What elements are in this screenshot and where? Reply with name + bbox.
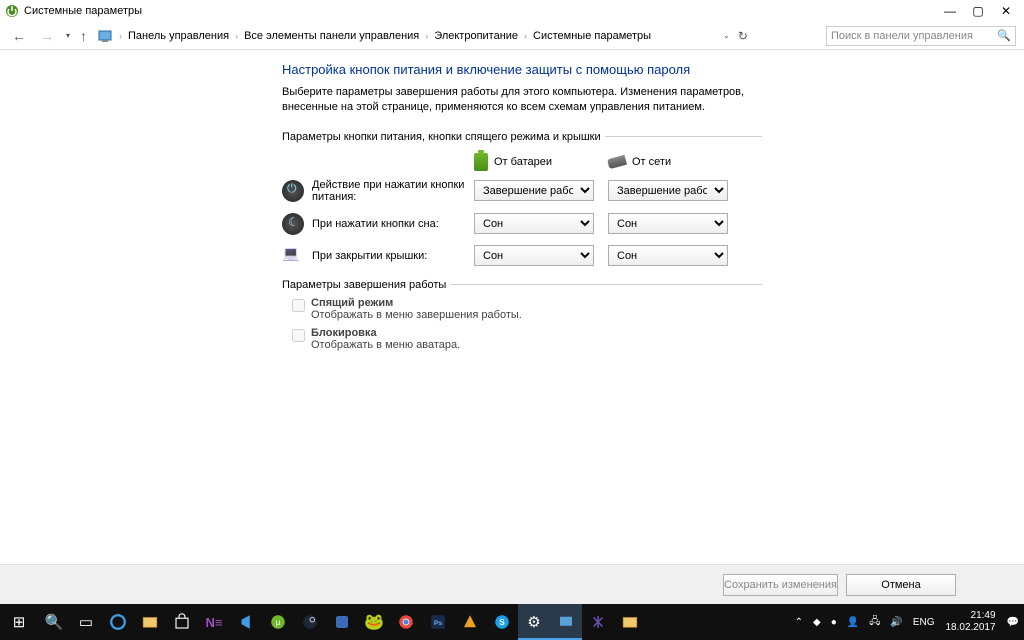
tray-date: 18.02.2017 bbox=[945, 622, 995, 634]
breadcrumb-sep: › bbox=[119, 31, 122, 41]
divider bbox=[605, 136, 762, 137]
window-title: Системные параметры bbox=[24, 5, 142, 17]
utorrent-icon[interactable]: µ bbox=[262, 604, 294, 640]
plug-icon bbox=[607, 155, 627, 169]
column-battery: От батареи bbox=[474, 153, 602, 171]
column-ac-label: От сети bbox=[632, 156, 671, 168]
vscode-icon[interactable] bbox=[230, 604, 262, 640]
tray-clock[interactable]: 21:49 18.02.2017 bbox=[939, 610, 1001, 634]
checkbox-sleep-title: Спящий режим bbox=[311, 297, 522, 309]
column-battery-label: От батареи bbox=[494, 156, 552, 168]
back-button[interactable]: ← bbox=[8, 28, 30, 44]
breadcrumb-sep: › bbox=[425, 31, 428, 41]
search-icon[interactable]: 🔍 bbox=[38, 604, 70, 640]
checkbox-lock-sub: Отображать в меню аватара. bbox=[311, 339, 460, 351]
start-button[interactable]: ⊞ bbox=[0, 604, 38, 640]
row-lid-label: При закрытии крышки: bbox=[312, 250, 474, 262]
svg-text:µ: µ bbox=[276, 618, 281, 627]
search-placeholder: Поиск в панели управления bbox=[831, 30, 993, 42]
tray-volume[interactable]: 🔊 bbox=[885, 617, 907, 628]
power-button-icon bbox=[282, 180, 304, 202]
breadcrumb-4[interactable]: Системные параметры bbox=[533, 30, 651, 42]
onenote-icon[interactable]: N≡ bbox=[198, 604, 230, 640]
breadcrumb-sep: › bbox=[524, 31, 527, 41]
tray-chevron[interactable]: ⌃ bbox=[790, 617, 808, 628]
lid-icon bbox=[282, 245, 304, 267]
taskbar: ⊞ 🔍 ▭ N≡ µ 🐸 Ps S ⚙ ⌃ ◆ ● 👤 🖧 🔊 ENG 21:4… bbox=[0, 604, 1024, 640]
vs-icon[interactable] bbox=[582, 604, 614, 640]
navbar: ← → ▾ ↑ › Панель управления › Все элемен… bbox=[0, 22, 1024, 50]
tray-lang[interactable]: ENG bbox=[908, 617, 940, 628]
sleep-ac-select[interactable]: Сон bbox=[608, 213, 728, 234]
explorer-icon-2[interactable] bbox=[614, 604, 646, 640]
page-description: Выберите параметры завершения работы для… bbox=[282, 85, 762, 115]
up-button[interactable]: ↑ bbox=[76, 28, 91, 44]
steam-icon[interactable] bbox=[294, 604, 326, 640]
lid-ac-select[interactable]: Сон bbox=[608, 245, 728, 266]
settings-icon[interactable]: ⚙ bbox=[518, 604, 550, 640]
sleep-button-icon bbox=[282, 213, 304, 235]
address-dropdown[interactable]: ⌄ bbox=[723, 31, 730, 40]
row-sleep-label: При нажатии кнопки сна: bbox=[312, 218, 474, 230]
sleep-battery-select[interactable]: Сон bbox=[474, 213, 594, 234]
control-panel-taskbar-icon[interactable] bbox=[550, 604, 582, 640]
app-icon-1[interactable] bbox=[326, 604, 358, 640]
skype-icon[interactable]: S bbox=[486, 604, 518, 640]
save-button: Сохранить изменения bbox=[723, 574, 838, 596]
power-ac-select[interactable]: Завершение работы bbox=[608, 180, 728, 201]
edge-icon[interactable] bbox=[102, 604, 134, 640]
minimize-button[interactable]: — bbox=[936, 4, 964, 18]
app-icon bbox=[4, 3, 20, 19]
tray-time: 21:49 bbox=[945, 610, 995, 622]
row-power-label: Действие при нажатии кнопки питания: bbox=[312, 179, 474, 203]
row-lid-close: При закрытии крышки: Сон Сон bbox=[282, 245, 762, 267]
checkbox-lock-row: Блокировка Отображать в меню аватара. bbox=[292, 327, 762, 351]
page-title: Настройка кнопок питания и включение защ… bbox=[282, 62, 762, 77]
cancel-button[interactable]: Отмена bbox=[846, 574, 956, 596]
breadcrumb-1[interactable]: Панель управления bbox=[128, 30, 229, 42]
maximize-button[interactable]: ▢ bbox=[964, 4, 992, 18]
app-icon-2[interactable]: 🐸 bbox=[358, 604, 390, 640]
tray-people[interactable]: 👤 bbox=[842, 617, 864, 628]
breadcrumb-sep: › bbox=[235, 31, 238, 41]
task-view-icon[interactable]: ▭ bbox=[70, 604, 102, 640]
row-power-button: Действие при нажатии кнопки питания: Зав… bbox=[282, 179, 762, 203]
forward-button: → bbox=[36, 28, 58, 44]
checkbox-sleep-sub: Отображать в меню завершения работы. bbox=[311, 309, 522, 321]
tray-network[interactable]: 🖧 bbox=[864, 614, 885, 631]
svg-text:Ps: Ps bbox=[434, 620, 443, 627]
battery-icon bbox=[474, 153, 488, 171]
photoshop-icon[interactable]: Ps bbox=[422, 604, 454, 640]
power-battery-select[interactable]: Завершение работы bbox=[474, 180, 594, 201]
store-icon[interactable] bbox=[166, 604, 198, 640]
column-ac: От сети bbox=[608, 156, 736, 168]
tray-notifications[interactable]: 💬 bbox=[1002, 617, 1024, 628]
search-input[interactable]: Поиск в панели управления 🔍 bbox=[826, 26, 1016, 46]
control-panel-icon[interactable] bbox=[97, 28, 113, 44]
close-button[interactable]: ✕ bbox=[992, 4, 1020, 18]
search-icon: 🔍 bbox=[997, 29, 1011, 42]
lid-battery-select[interactable]: Сон bbox=[474, 245, 594, 266]
titlebar: Системные параметры — ▢ ✕ bbox=[0, 0, 1024, 22]
svg-text:S: S bbox=[499, 618, 505, 627]
checkbox-lock[interactable] bbox=[292, 329, 305, 342]
content: Настройка кнопок питания и включение защ… bbox=[282, 62, 762, 351]
row-sleep-button: При нажатии кнопки сна: Сон Сон bbox=[282, 213, 762, 235]
section-shutdown-title: Параметры завершения работы bbox=[282, 279, 446, 291]
checkbox-lock-title: Блокировка bbox=[311, 327, 460, 339]
bottom-bar: Сохранить изменения Отмена bbox=[0, 564, 1024, 604]
breadcrumb-3[interactable]: Электропитание bbox=[434, 30, 518, 42]
checkbox-sleep[interactable] bbox=[292, 299, 305, 312]
app-icon-3[interactable] bbox=[454, 604, 486, 640]
divider bbox=[450, 284, 762, 285]
section-buttons-title: Параметры кнопки питания, кнопки спящего… bbox=[282, 131, 601, 143]
refresh-button[interactable]: ↻ bbox=[738, 29, 748, 43]
checkbox-sleep-row: Спящий режим Отображать в меню завершени… bbox=[292, 297, 762, 321]
history-dropdown[interactable]: ▾ bbox=[66, 31, 70, 40]
tray-app-2[interactable]: ● bbox=[826, 617, 842, 628]
chrome-icon[interactable] bbox=[390, 604, 422, 640]
tray-app-1[interactable]: ◆ bbox=[808, 617, 826, 628]
breadcrumb-2[interactable]: Все элементы панели управления bbox=[244, 30, 419, 42]
explorer-icon[interactable] bbox=[134, 604, 166, 640]
